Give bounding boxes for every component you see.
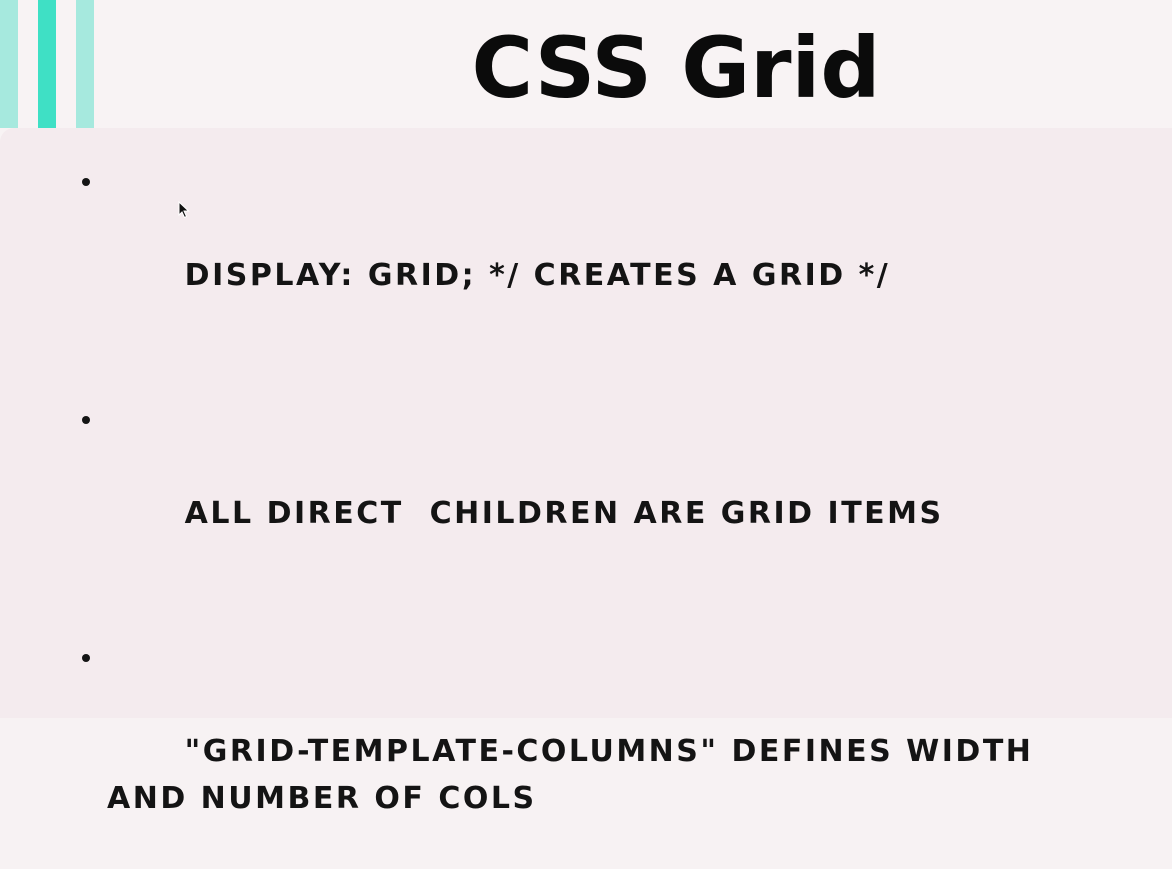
bullet-dot-icon [82, 178, 90, 186]
bullet-item: DISPLAY: GRID; */ CREATES A GRID */ [80, 158, 1080, 346]
bullet-dot-icon [82, 654, 90, 662]
bullet-item: "GRID-TEMPLATE-COLUMNS" DEFINES WIDTH AN… [80, 634, 1080, 869]
bullet-dot-icon [82, 416, 90, 424]
slide: CSS Grid DISPLAY: GRID; */ CREATES A GRI… [0, 0, 1172, 816]
bullet-item: ALL DIRECT CHILDREN ARE GRID ITEMS [80, 396, 1080, 584]
bullet-text: "GRID-TEMPLATE-COLUMNS" DEFINES WIDTH AN… [107, 734, 1047, 816]
bullet-text: ALL DIRECT CHILDREN ARE GRID ITEMS [184, 496, 944, 531]
slide-title: CSS Grid [471, 19, 881, 117]
bullet-list: DISPLAY: GRID; */ CREATES A GRID */ ALL … [80, 158, 1080, 869]
bullet-text: DISPLAY: GRID; */ CREATES A GRID */ [184, 258, 891, 293]
